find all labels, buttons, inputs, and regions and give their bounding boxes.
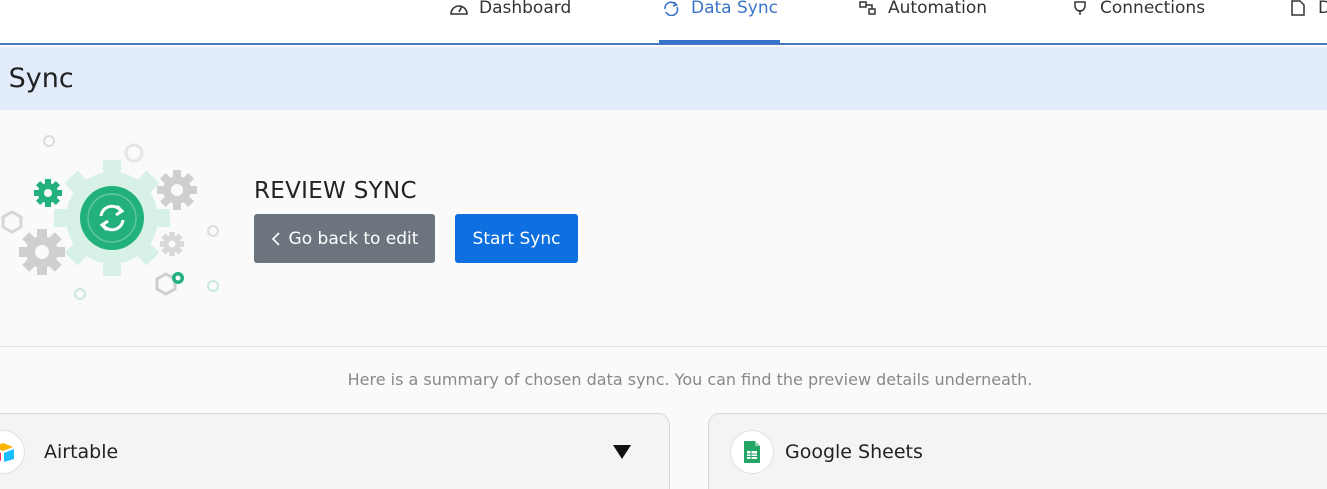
nav-label-d: D	[1318, 0, 1327, 18]
automation-icon	[859, 1, 876, 15]
google-sheets-logo-icon	[730, 430, 774, 474]
airtable-logo-icon	[0, 430, 25, 474]
document-icon	[1291, 0, 1305, 16]
gauge-icon	[450, 5, 468, 15]
chevron-left-icon	[271, 231, 280, 246]
source-card: Airtable	[0, 413, 670, 489]
destination-name: Google Sheets	[785, 441, 923, 463]
go-back-label: Go back to edit	[288, 228, 419, 249]
nav-label-dashboard: Dashboard	[479, 0, 572, 18]
nav-label-automation: Automation	[888, 0, 988, 18]
top-navigation: Dashboard Data Sync Automation Connectio…	[0, 0, 1327, 45]
nav-item-dashboard[interactable]: Dashboard	[449, 0, 571, 43]
review-sync-heading: REVIEW SYNC	[254, 178, 417, 204]
page-title-band: w Sync	[0, 47, 1327, 110]
go-back-to-edit-button[interactable]: Go back to edit	[254, 214, 435, 263]
nav-item-data-sync[interactable]: Data Sync	[659, 0, 780, 44]
sync-icon	[664, 1, 679, 16]
nav-label-connections: Connections	[1100, 0, 1206, 18]
nav-label-data-sync: Data Sync	[691, 0, 778, 18]
nav-item-connections[interactable]: Connections	[1070, 0, 1205, 43]
page-title: w Sync	[0, 63, 74, 94]
destination-card: Google Sheets	[708, 413, 1327, 489]
nav-item-d[interactable]: D	[1288, 0, 1327, 43]
sync-gears-illustration	[1, 135, 219, 300]
start-sync-button[interactable]: Start Sync	[455, 214, 578, 263]
caret-down-icon[interactable]	[611, 443, 633, 461]
source-name: Airtable	[44, 441, 119, 463]
plug-icon	[1074, 1, 1086, 15]
nav-item-automation[interactable]: Automation	[858, 0, 987, 43]
summary-text: Here is a summary of chosen data sync. Y…	[347, 370, 1033, 389]
